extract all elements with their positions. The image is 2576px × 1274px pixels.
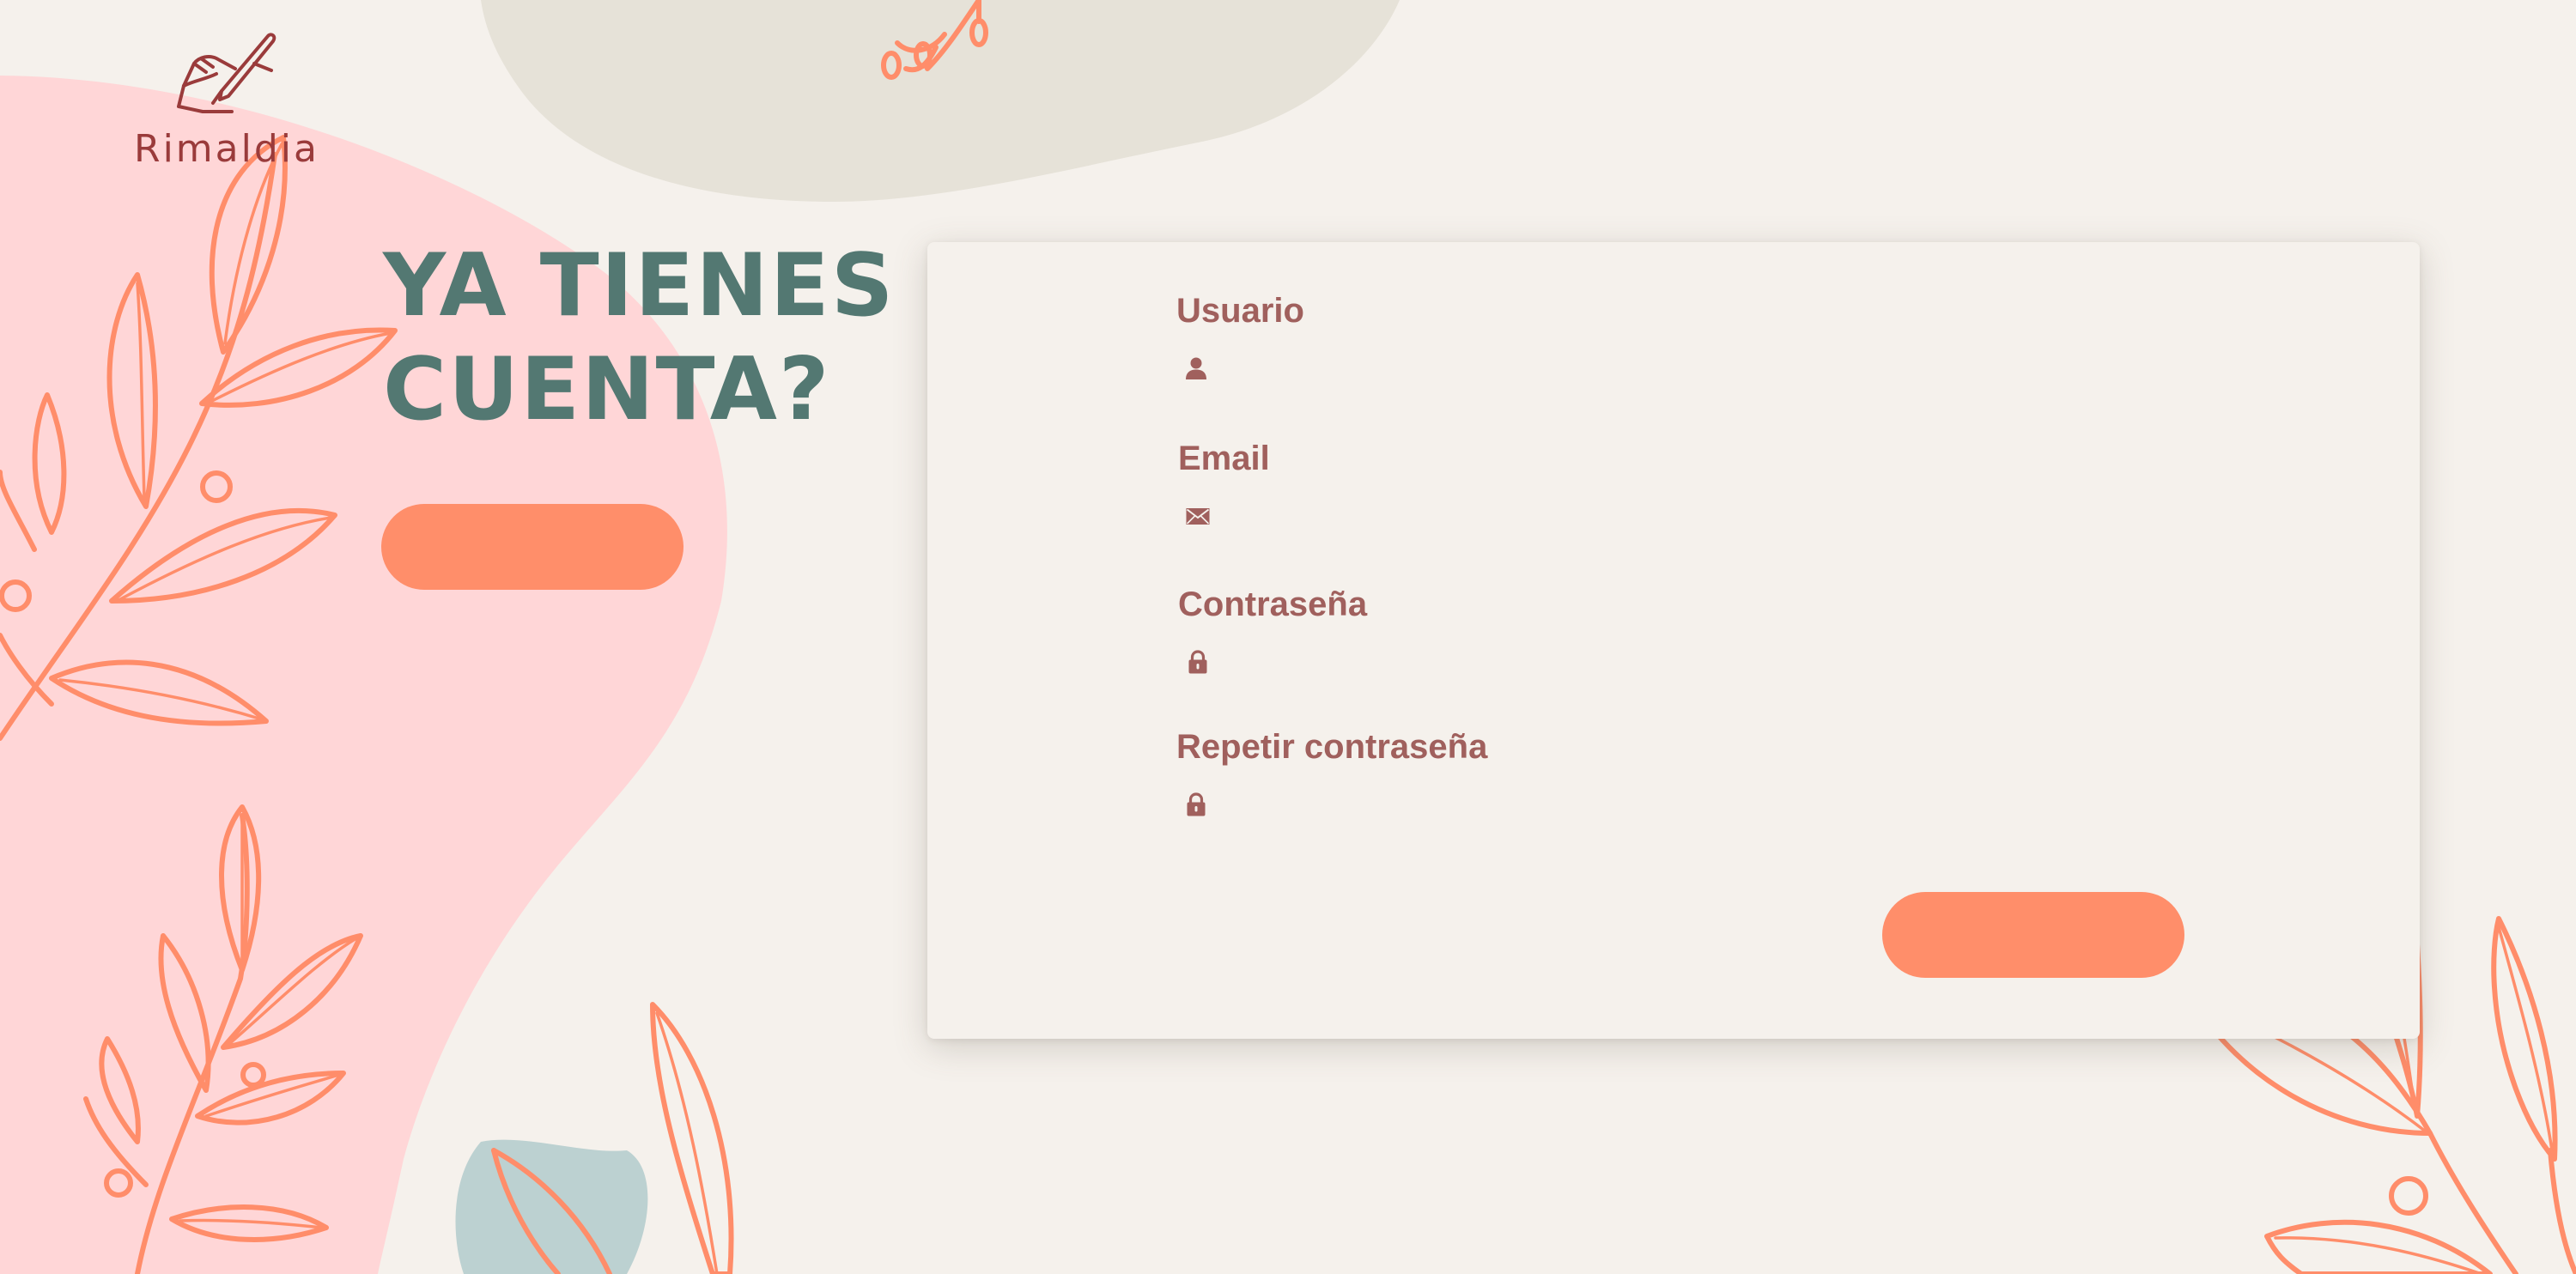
password-input[interactable]: [1226, 644, 1939, 682]
brand-name: Rimaldia: [134, 127, 319, 171]
lock-icon: [1187, 792, 1206, 816]
repeat-password-field-group: Repetir contraseña: [1176, 726, 1949, 824]
lock-icon: [1188, 650, 1207, 674]
username-label: Usuario: [1176, 292, 1304, 330]
repeat-password-input[interactable]: [1224, 786, 1937, 824]
repeat-password-label: Repetir contraseña: [1176, 728, 1488, 766]
register-form-card: Usuario Email Contraseña Repetir contras…: [927, 242, 2420, 1039]
headline-line-2: CUENTA?: [383, 338, 831, 440]
register-submit-button[interactable]: [1882, 892, 2184, 978]
beige-blob: [481, 0, 1400, 202]
brand-logo[interactable]: Rimaldia: [134, 29, 319, 177]
username-field-group: Usuario: [1176, 290, 1949, 388]
login-button[interactable]: [381, 504, 683, 590]
email-input-row: [1178, 498, 1951, 536]
repeat-password-input-row: [1176, 786, 1949, 824]
password-field-group: Contraseña: [1178, 584, 1951, 682]
username-input[interactable]: [1224, 350, 1937, 388]
password-label: Contraseña: [1178, 585, 1368, 623]
envelope-icon: [1186, 508, 1210, 525]
user-icon: [1186, 357, 1206, 379]
password-input-row: [1178, 644, 1951, 682]
quill-hand-icon: [177, 33, 276, 113]
username-input-row: [1176, 350, 1949, 388]
teal-blob: [455, 1139, 648, 1274]
email-input[interactable]: [1226, 498, 1939, 536]
email-field-group: Email: [1178, 438, 1951, 536]
headline-line-1: YA TIENES: [383, 234, 896, 336]
email-label: Email: [1178, 440, 1270, 477]
login-headline: YA TIENES CUENTA?: [383, 234, 933, 441]
